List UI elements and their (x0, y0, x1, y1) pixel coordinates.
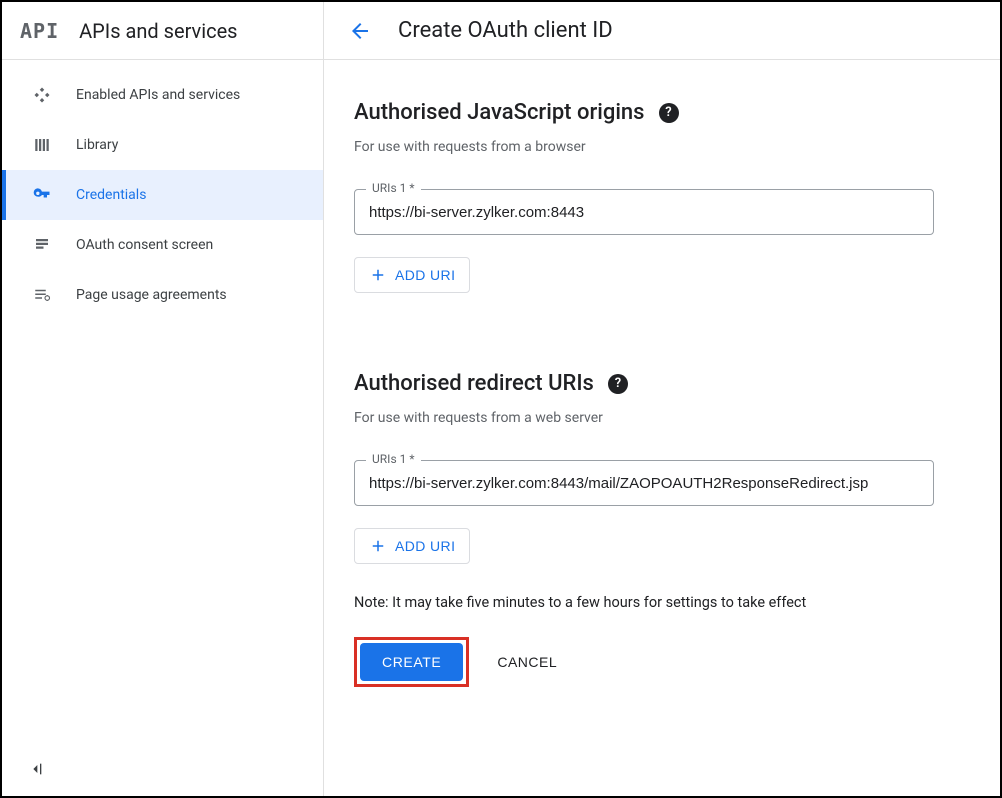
js-origins-input-wrapper: URIs 1 * (354, 189, 934, 235)
consent-screen-icon (30, 233, 54, 257)
settings-list-icon (30, 283, 54, 307)
add-js-origin-uri-button[interactable]: ADD URI (354, 257, 470, 293)
main-content: Create OAuth client ID Authorised JavaSc… (324, 2, 1000, 796)
redirect-uris-desc: For use with requests from a web server (354, 410, 970, 426)
sidebar-item-label: Library (76, 137, 118, 153)
sidebar-item-enabled-apis[interactable]: Enabled APIs and services (2, 70, 323, 120)
cancel-button[interactable]: CANCEL (497, 654, 557, 670)
sidebar-item-library[interactable]: Library (2, 120, 323, 170)
sidebar-item-credentials[interactable]: Credentials (2, 170, 323, 220)
create-button[interactable]: CREATE (360, 643, 463, 681)
redirect-uris-header: Authorised redirect URIs ? (354, 371, 970, 396)
add-redirect-uri-button[interactable]: ADD URI (354, 528, 470, 564)
redirect-uris-input-wrapper: URIs 1 * (354, 460, 934, 506)
js-origins-input-label: URIs 1 * (366, 181, 421, 195)
form-actions: CREATE CANCEL (354, 637, 970, 687)
help-icon[interactable]: ? (608, 374, 628, 394)
js-origins-desc: For use with requests from a browser (354, 139, 970, 155)
enabled-apis-icon (30, 83, 54, 107)
sidebar-item-label: OAuth consent screen (76, 237, 213, 253)
sidebar-title: APIs and services (79, 19, 237, 43)
sidebar-header: API APIs and services (2, 2, 323, 60)
redirect-uris-title: Authorised redirect URIs (354, 371, 594, 396)
redirect-uris-section: Authorised redirect URIs ? For use with … (354, 371, 970, 564)
settings-note: Note: It may take five minutes to a few … (354, 594, 970, 611)
sidebar: API APIs and services Enabled APIs and s… (2, 2, 324, 796)
library-icon (30, 133, 54, 157)
js-origins-section: Authorised JavaScript origins ? For use … (354, 100, 970, 293)
api-logo: API (20, 19, 59, 43)
main-header: Create OAuth client ID (324, 2, 1000, 60)
sidebar-item-oauth-consent[interactable]: OAuth consent screen (2, 220, 323, 270)
sidebar-item-page-usage-agreements[interactable]: Page usage agreements (2, 270, 323, 320)
redirect-uris-input-label: URIs 1 * (366, 452, 421, 466)
sidebar-nav: Enabled APIs and services Library Creden… (2, 60, 323, 742)
add-uri-label: ADD URI (395, 267, 455, 283)
page-title: Create OAuth client ID (398, 18, 613, 43)
plus-icon (369, 266, 387, 284)
sidebar-item-label: Page usage agreements (76, 287, 227, 303)
js-origins-uri-input[interactable] (354, 189, 934, 235)
key-icon (30, 183, 54, 207)
help-icon[interactable]: ? (659, 103, 679, 123)
plus-icon (369, 537, 387, 555)
add-uri-label: ADD URI (395, 538, 455, 554)
js-origins-header: Authorised JavaScript origins ? (354, 100, 970, 125)
main-body: Authorised JavaScript origins ? For use … (324, 60, 1000, 796)
sidebar-item-label: Enabled APIs and services (76, 87, 240, 103)
back-arrow-icon[interactable] (348, 19, 372, 43)
sidebar-item-label: Credentials (76, 187, 146, 203)
redirect-uri-input[interactable] (354, 460, 934, 506)
js-origins-title: Authorised JavaScript origins (354, 100, 645, 125)
collapse-icon (28, 761, 44, 777)
collapse-sidebar-button[interactable] (2, 742, 323, 796)
create-highlight-box: CREATE (354, 637, 469, 687)
